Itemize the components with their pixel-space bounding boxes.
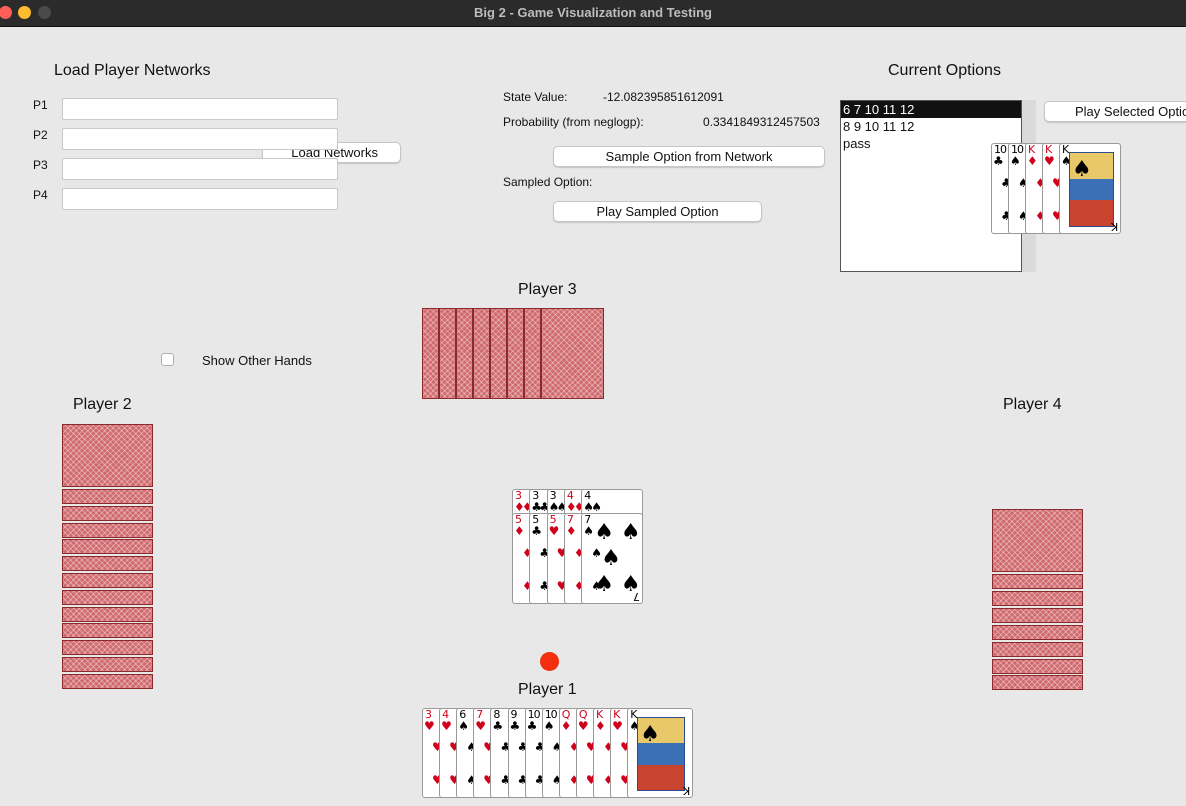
card-back (992, 574, 1083, 589)
card-back (62, 522, 153, 538)
playing-card[interactable]: 7 ♠ ♠ ♠ ♠ ♠ ♠ ♠ ♠ 7 (581, 513, 644, 604)
card-back (62, 589, 153, 605)
player4-label: Player 4 (1003, 396, 1062, 413)
p3-network-input[interactable] (62, 158, 338, 180)
card-suit-icon: ♠ (543, 719, 555, 733)
card-back (422, 308, 439, 399)
card-back (456, 308, 473, 399)
p4-label: P4 (33, 188, 48, 202)
card-suit-icon: ♦ (1027, 154, 1038, 168)
p3-label: P3 (33, 158, 48, 172)
card-suit-icon: ♦ (560, 719, 572, 733)
p1-label: P1 (33, 98, 48, 112)
sample-option-button[interactable]: Sample Option from Network (553, 146, 825, 167)
window-title-bar: Big 2 - Game Visualization and Testing (0, 0, 1186, 27)
card-back (62, 556, 153, 572)
window-title: Big 2 - Game Visualization and Testing (474, 5, 712, 20)
card-back (62, 489, 153, 504)
card-suit-icon: ♠ (458, 719, 469, 733)
state-value-label: State Value: (503, 90, 568, 104)
playing-card[interactable]: K♠♠♠♠K (627, 708, 694, 798)
card-pips: ♠ ♠ ♠ ♠ ♠ (594, 520, 641, 597)
card-suit-icon: ♣ (492, 719, 504, 733)
card-back (62, 539, 153, 555)
option-item[interactable]: 8 9 10 11 12 (841, 118, 1021, 135)
king-illustration: ♠ (1069, 152, 1114, 227)
option-item[interactable]: 6 7 10 11 12 (841, 101, 1021, 118)
card-back (992, 675, 1083, 691)
card-suit-icon: ♣ (526, 719, 538, 733)
card-back (62, 505, 153, 521)
networks-heading: Load Player Networks (54, 62, 211, 79)
card-back (524, 308, 541, 399)
card-suit-icon: ♥ (1044, 154, 1055, 168)
show-other-hands-checkbox[interactable] (161, 353, 174, 366)
card-suit-icon: ♦ (514, 524, 525, 538)
card-suit-icon: ♦ (565, 524, 577, 538)
card-suit-icon: ♥ (441, 719, 452, 733)
probability-label: Probability (from neglogp): (503, 115, 644, 129)
current-options-heading: Current Options (888, 62, 1001, 79)
card-suit-icon: ♥ (577, 719, 589, 733)
card-back (992, 590, 1083, 606)
player2-label: Player 2 (73, 396, 132, 413)
turn-indicator (540, 652, 559, 671)
show-other-hands-label: Show Other Hands (202, 353, 312, 368)
card-back (62, 573, 153, 588)
card-back (62, 673, 153, 689)
state-value: -12.082395851612091 (603, 90, 724, 104)
p4-network-input[interactable] (62, 188, 338, 210)
card-rank-corner: K (1111, 220, 1118, 233)
card-back (62, 657, 153, 672)
sampled-option-label: Sampled Option: (503, 175, 593, 189)
p2-network-input[interactable] (62, 128, 338, 150)
card-suit-icon: ♦ (595, 719, 606, 733)
card-suit-icon: ♣ (509, 719, 521, 733)
card-suit-icon: ♥ (612, 719, 623, 733)
card-back (62, 623, 153, 639)
card-back (992, 607, 1083, 623)
card-back (439, 308, 456, 399)
card-rank-corner: 7 (634, 590, 641, 603)
play-selected-option-button[interactable]: Play Selected Option (1044, 101, 1186, 122)
playing-card[interactable]: K♠♠♠♠K (1059, 143, 1121, 234)
p1-network-input[interactable] (62, 98, 338, 120)
card-rank-corner: K (683, 784, 691, 797)
card-suit-icon: ♠ (583, 524, 594, 538)
probability-value: 0.3341849312457503 (703, 115, 820, 129)
card-back (507, 308, 524, 399)
card-suit-icon: ♣ (531, 524, 543, 538)
p2-label: P2 (33, 128, 48, 142)
card-back (992, 658, 1083, 674)
card-suit-icon: ♥ (424, 719, 435, 733)
card-back (992, 509, 1083, 572)
card-suit-icon: ♠ (1010, 154, 1021, 168)
card-suit-icon: ♣ (993, 154, 1004, 168)
player1-label: Player 1 (518, 681, 577, 698)
player3-label: Player 3 (518, 281, 577, 298)
card-back (992, 641, 1083, 657)
card-back (62, 606, 153, 622)
card-back (541, 308, 604, 399)
card-back (62, 424, 153, 487)
card-back (490, 308, 507, 399)
card-suit-icon: ♥ (548, 524, 560, 538)
card-suit-icon: ♥ (475, 719, 487, 733)
card-back (62, 640, 153, 656)
play-sampled-option-button[interactable]: Play Sampled Option (553, 201, 762, 222)
card-back (473, 308, 490, 399)
card-back (992, 624, 1083, 640)
king-illustration: ♠ (637, 717, 686, 791)
